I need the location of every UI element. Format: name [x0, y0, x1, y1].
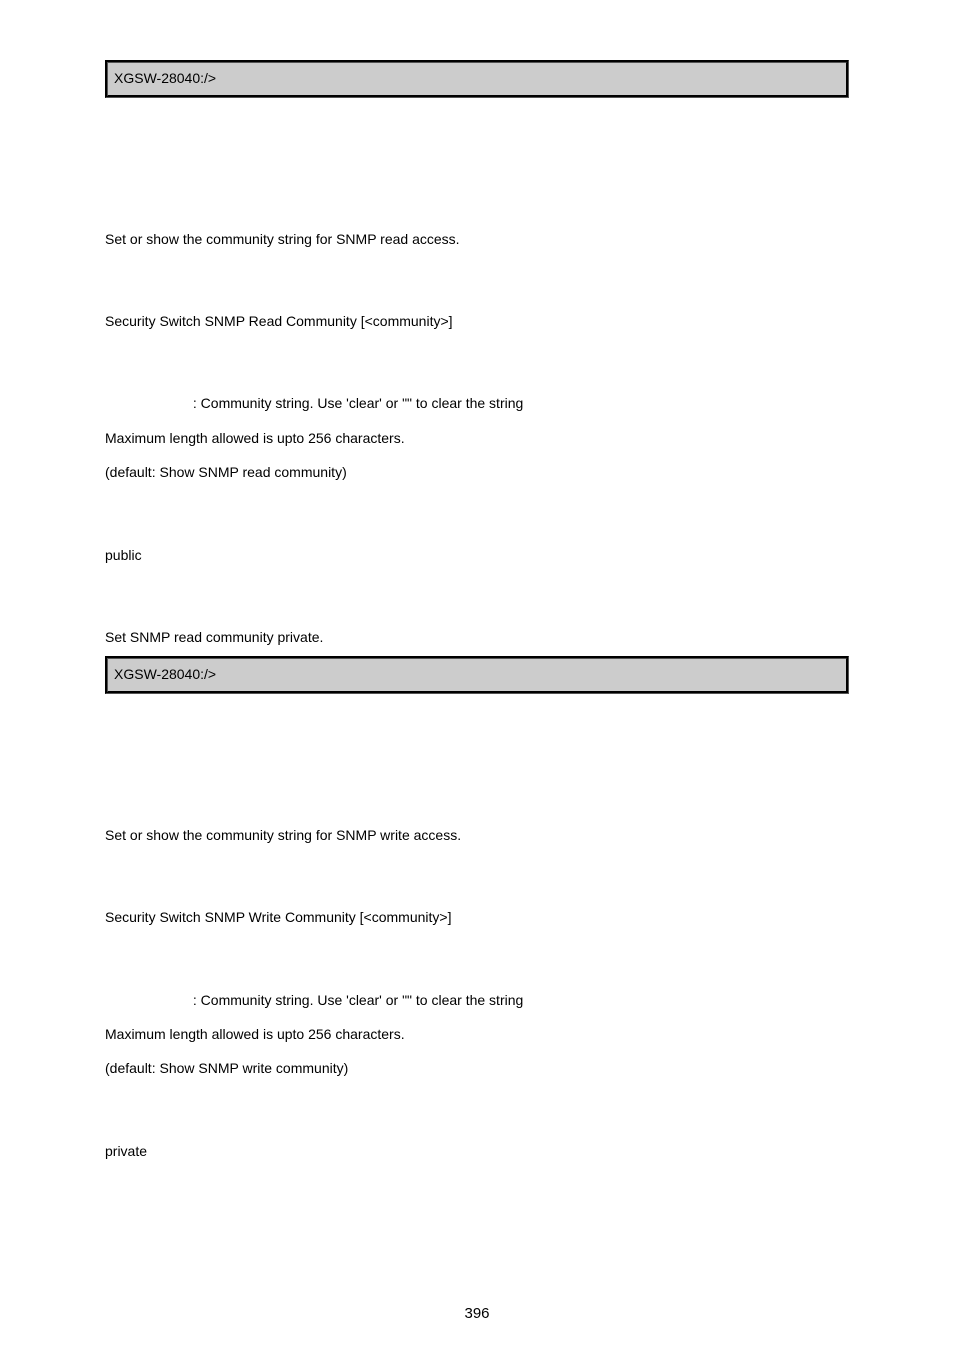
read-example: Set SNMP read community private. — [105, 626, 849, 648]
write-param-line: : Community string. Use 'clear' or "" to… — [105, 989, 849, 1011]
write-param-desc: : Community string. Use 'clear' or "" to… — [193, 992, 523, 1008]
page-number: 396 — [0, 1305, 954, 1322]
write-syntax: Security Switch SNMP Write Community [<c… — [105, 906, 849, 928]
code-box-1: XGSW-28040:/> — [105, 60, 849, 98]
read-description: Set or show the community string for SNM… — [105, 228, 849, 250]
write-maxlen: Maximum length allowed is upto 256 chara… — [105, 1023, 849, 1045]
read-syntax: Security Switch SNMP Read Community [<co… — [105, 310, 849, 332]
read-maxlen: Maximum length allowed is upto 256 chara… — [105, 427, 849, 449]
write-description: Set or show the community string for SNM… — [105, 824, 849, 846]
read-default-setting: public — [105, 544, 849, 566]
code-box-1-text: XGSW-28040:/> — [114, 70, 216, 86]
read-param-line: : Community string. Use 'clear' or "" to… — [105, 392, 849, 414]
write-default: (default: Show SNMP write community) — [105, 1057, 849, 1079]
read-default: (default: Show SNMP read community) — [105, 461, 849, 483]
document-page: XGSW-28040:/> Set or show the community … — [0, 0, 954, 1350]
write-default-setting: private — [105, 1140, 849, 1162]
code-box-2: XGSW-28040:/> — [105, 656, 849, 694]
code-box-2-text: XGSW-28040:/> — [114, 666, 216, 682]
read-param-desc: : Community string. Use 'clear' or "" to… — [193, 395, 523, 411]
